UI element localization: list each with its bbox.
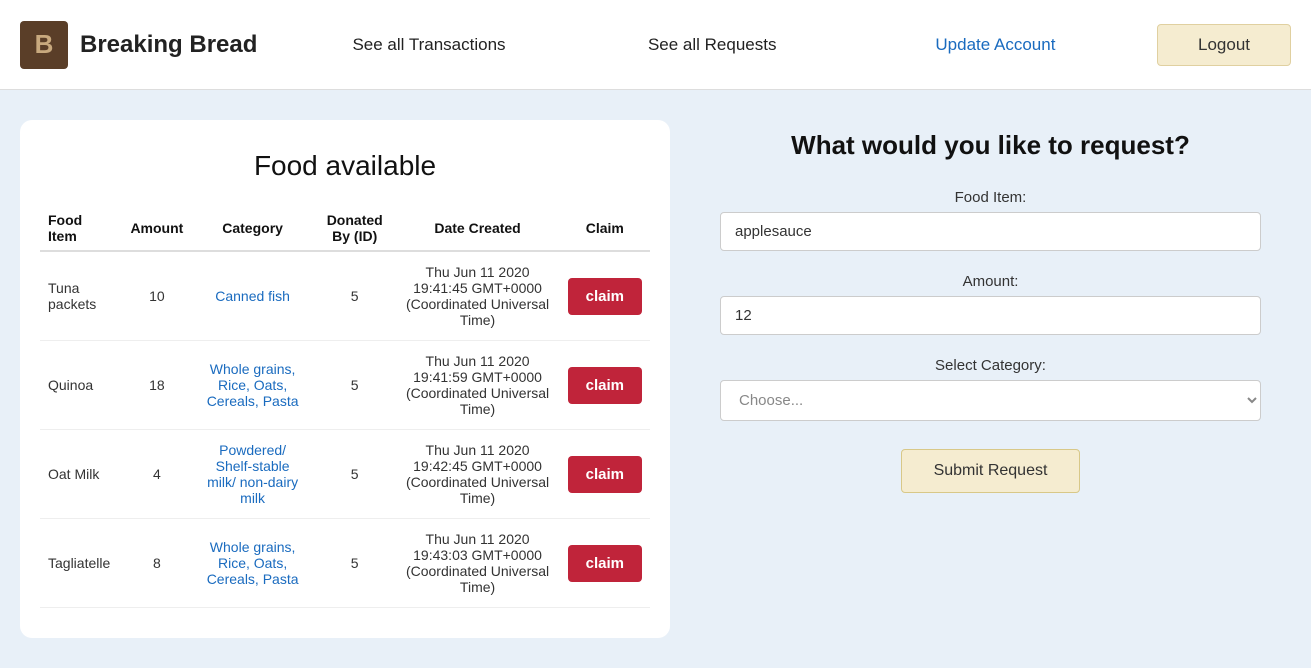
brand-name: Breaking Bread [80, 31, 257, 59]
food-item-cell: Tuna packets [40, 251, 122, 341]
claim-cell: claim [560, 519, 650, 608]
category-cell: Canned fish [191, 251, 314, 341]
food-item-group: Food Item: [720, 189, 1261, 251]
col-donated-by: Donated By (ID) [314, 206, 396, 251]
col-date-created: Date Created [396, 206, 560, 251]
date-created-cell: Thu Jun 11 2020 19:41:59 GMT+0000 (Coord… [396, 341, 560, 430]
donated-by-cell: 5 [314, 519, 396, 608]
table-row: Oat Milk4Powdered/ Shelf-stable milk/ no… [40, 430, 650, 519]
nav-links: See all Transactions See all Requests Up… [287, 25, 1137, 65]
food-available-panel: Food available Food Item Amount Category… [20, 120, 670, 638]
food-item-cell: Tagliatelle [40, 519, 122, 608]
claim-cell: claim [560, 251, 650, 341]
amount-label: Amount: [720, 273, 1261, 290]
request-form-panel: What would you like to request? Food Ite… [690, 120, 1291, 638]
claim-button[interactable]: claim [568, 278, 642, 315]
claim-cell: claim [560, 341, 650, 430]
donated-by-cell: 5 [314, 341, 396, 430]
date-created-cell: Thu Jun 11 2020 19:41:45 GMT+0000 (Coord… [396, 251, 560, 341]
category-cell: Whole grains, Rice, Oats, Cereals, Pasta [191, 519, 314, 608]
submit-request-button[interactable]: Submit Request [901, 449, 1081, 493]
food-item-label: Food Item: [720, 189, 1261, 206]
amount-cell: 4 [122, 430, 191, 519]
food-available-title: Food available [40, 150, 650, 182]
claim-button[interactable]: claim [568, 545, 642, 582]
food-item-cell: Quinoa [40, 341, 122, 430]
category-cell: Powdered/ Shelf-stable milk/ non-dairy m… [191, 430, 314, 519]
brand-link[interactable]: B Breaking Bread [20, 21, 257, 69]
date-created-cell: Thu Jun 11 2020 19:42:45 GMT+0000 (Coord… [396, 430, 560, 519]
food-item-cell: Oat Milk [40, 430, 122, 519]
table-row: Quinoa18Whole grains, Rice, Oats, Cereal… [40, 341, 650, 430]
donated-by-cell: 5 [314, 251, 396, 341]
date-created-cell: Thu Jun 11 2020 19:43:03 GMT+0000 (Coord… [396, 519, 560, 608]
logout-button[interactable]: Logout [1157, 24, 1291, 66]
amount-group: Amount: [720, 273, 1261, 335]
col-food-item: Food Item [40, 206, 122, 251]
see-all-transactions-link[interactable]: See all Transactions [287, 25, 570, 65]
amount-cell: 8 [122, 519, 191, 608]
category-cell: Whole grains, Rice, Oats, Cereals, Pasta [191, 341, 314, 430]
category-group: Select Category: Choose... Canned fish W… [720, 357, 1261, 421]
update-account-link[interactable]: Update Account [854, 25, 1137, 65]
donated-by-cell: 5 [314, 430, 396, 519]
col-category: Category [191, 206, 314, 251]
claim-button[interactable]: claim [568, 367, 642, 404]
main-content: Food available Food Item Amount Category… [0, 90, 1311, 668]
table-row: Tagliatelle8Whole grains, Rice, Oats, Ce… [40, 519, 650, 608]
navbar: B Breaking Bread See all Transactions Se… [0, 0, 1311, 90]
amount-cell: 18 [122, 341, 191, 430]
amount-input[interactable] [720, 296, 1261, 335]
see-all-requests-link[interactable]: See all Requests [571, 25, 854, 65]
select-category-label: Select Category: [720, 357, 1261, 374]
request-form-title: What would you like to request? [720, 130, 1261, 161]
claim-button[interactable]: claim [568, 456, 642, 493]
brand-logo-icon: B [20, 21, 68, 69]
food-item-input[interactable] [720, 212, 1261, 251]
col-claim: Claim [560, 206, 650, 251]
food-table: Food Item Amount Category Donated By (ID… [40, 206, 650, 608]
col-amount: Amount [122, 206, 191, 251]
claim-cell: claim [560, 430, 650, 519]
table-row: Tuna packets10Canned fish5Thu Jun 11 202… [40, 251, 650, 341]
category-select[interactable]: Choose... Canned fish Whole grains, Rice… [720, 380, 1261, 421]
amount-cell: 10 [122, 251, 191, 341]
